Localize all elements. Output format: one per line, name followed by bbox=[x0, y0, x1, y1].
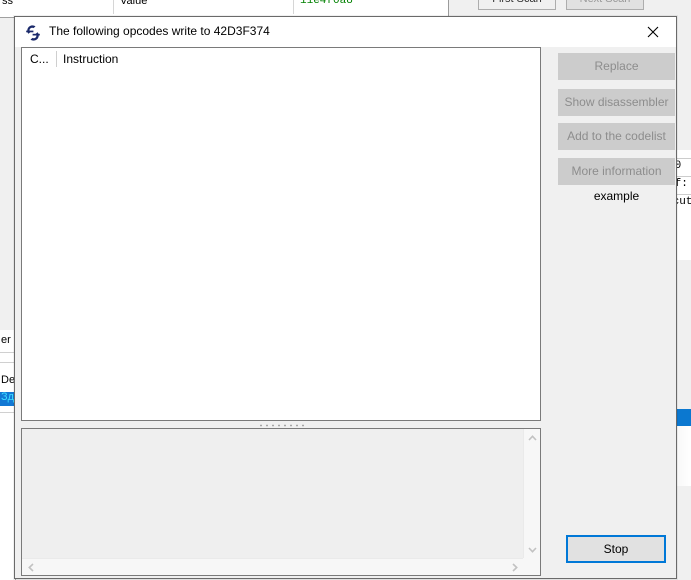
bg-table-header-value: Value bbox=[120, 0, 148, 7]
example-label: example bbox=[593, 189, 640, 203]
bg-column-separator bbox=[293, 0, 294, 14]
scrollbar-corner bbox=[523, 558, 540, 575]
splitter-grip bbox=[258, 424, 304, 427]
opcode-list-header: C... Instruction bbox=[22, 48, 540, 71]
opcode-list-body[interactable] bbox=[22, 71, 540, 420]
bg-column-separator bbox=[113, 0, 114, 14]
chevron-down-icon[interactable] bbox=[524, 541, 540, 558]
opcode-list[interactable]: C... Instruction bbox=[21, 47, 541, 421]
bg-table-header-address: ss bbox=[2, 0, 13, 7]
bg-left-fragment-description: De bbox=[1, 374, 16, 386]
bg-left-selected-label: Зд bbox=[1, 392, 15, 403]
add-to-codelist-button[interactable]: Add to the codelist bbox=[558, 123, 675, 150]
memo-horizontal-scrollbar[interactable] bbox=[22, 558, 523, 575]
opcode-watch-dialog: The following opcodes write to 42D3F374 … bbox=[14, 16, 677, 579]
show-disassembler-button[interactable]: Show disassembler bbox=[558, 89, 675, 116]
memo-vertical-scrollbar[interactable] bbox=[523, 429, 540, 558]
replace-button[interactable]: Replace bbox=[558, 53, 675, 80]
chevron-left-icon[interactable] bbox=[22, 559, 39, 575]
more-information-button[interactable]: More information bbox=[558, 158, 675, 185]
info-memo-panel[interactable] bbox=[21, 428, 541, 576]
bg-next-scan-button[interactable]: Next Scan bbox=[566, 0, 644, 10]
chevron-up-icon[interactable] bbox=[524, 429, 540, 446]
bg-first-scan-button[interactable]: First Scan bbox=[478, 0, 556, 10]
info-memo-text[interactable] bbox=[22, 429, 523, 558]
bg-table-cell-value: 11e4f0a8 bbox=[300, 0, 353, 7]
header-divider[interactable] bbox=[56, 51, 57, 67]
dialog-title: The following opcodes write to 42D3F374 bbox=[49, 24, 270, 38]
stop-button[interactable]: Stop bbox=[566, 535, 666, 563]
column-header-count[interactable]: C... bbox=[30, 52, 49, 66]
close-icon[interactable] bbox=[630, 17, 676, 47]
cheat-engine-icon bbox=[24, 24, 42, 42]
column-header-instruction[interactable]: Instruction bbox=[63, 52, 118, 66]
dialog-titlebar: The following opcodes write to 42D3F374 bbox=[15, 17, 676, 47]
bg-left-fragment-header: er bbox=[1, 334, 11, 346]
chevron-right-icon[interactable] bbox=[506, 559, 523, 575]
